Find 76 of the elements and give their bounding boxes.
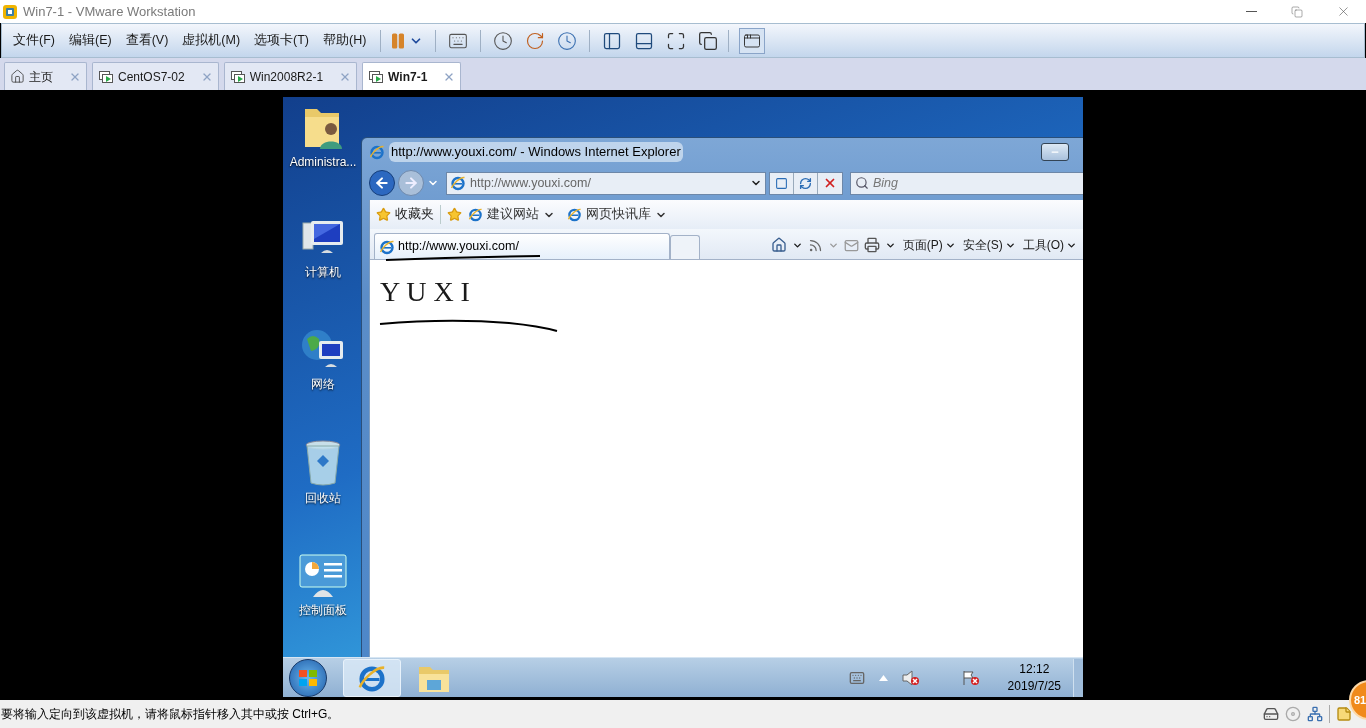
tab-title: http://www.youxi.com/ bbox=[398, 238, 519, 256]
favorite-link[interactable]: 网页快讯库 bbox=[567, 205, 667, 224]
browser-title: http://www.youxi.com/ - Windows Internet Explorer bbox=[389, 142, 683, 162]
snapshot-icon[interactable] bbox=[493, 30, 514, 51]
search-icon bbox=[855, 176, 869, 190]
command-menu[interactable]: 页面(P) bbox=[902, 236, 956, 254]
page-icon bbox=[379, 238, 395, 255]
restore-icon bbox=[1291, 5, 1303, 18]
console-view-button[interactable] bbox=[739, 27, 766, 54]
menu-item[interactable]: 虚拟机(M) bbox=[176, 28, 247, 53]
tab-label: 主页 bbox=[29, 68, 53, 86]
menu-item[interactable]: 选项卡(T) bbox=[248, 28, 316, 53]
print-icon[interactable] bbox=[863, 237, 880, 253]
address-field[interactable]: http://www.youxi.com/ bbox=[446, 171, 766, 195]
desktop-icon-label[interactable]: 回收站 bbox=[305, 489, 341, 507]
search-placeholder: Bing bbox=[873, 174, 899, 192]
keyboard-icon[interactable] bbox=[848, 669, 865, 686]
back-button[interactable] bbox=[369, 170, 395, 196]
page-icon bbox=[450, 175, 466, 191]
vm-icon bbox=[368, 68, 385, 85]
page-icon bbox=[468, 207, 483, 222]
action-center-icon[interactable] bbox=[961, 669, 980, 686]
menu-item[interactable]: 编辑(E) bbox=[62, 28, 118, 53]
tab-label: CentOS7-02 bbox=[118, 68, 185, 86]
menu-item[interactable]: 帮助(H) bbox=[317, 28, 373, 53]
thumbnail-bar-icon[interactable] bbox=[634, 30, 655, 51]
page-heading: Y U X I bbox=[380, 278, 470, 306]
tab-label: Win2008R2-1 bbox=[249, 68, 324, 86]
command-menu[interactable]: 安全(S) bbox=[962, 236, 1016, 254]
clock[interactable]: 12:12 2019/7/25 bbox=[1007, 660, 1061, 695]
tab[interactable]: 主页 bbox=[4, 62, 87, 90]
refresh-icon bbox=[799, 176, 812, 190]
vm-icon bbox=[98, 68, 114, 85]
ie-icon bbox=[369, 144, 385, 160]
sidebar-icon[interactable] bbox=[602, 30, 623, 51]
back-arrow-icon bbox=[374, 175, 390, 191]
tab[interactable]: CentOS7-02 bbox=[92, 62, 219, 90]
home-icon[interactable] bbox=[770, 237, 787, 253]
message-log-icon[interactable] bbox=[1336, 706, 1352, 722]
network-adapter-icon[interactable] bbox=[1307, 706, 1323, 722]
window-title: Win7-1 - VMware Workstation bbox=[23, 2, 196, 21]
minimize-icon bbox=[1245, 11, 1257, 12]
mail-icon[interactable] bbox=[843, 237, 859, 253]
address-text: http://www.youxi.com/ bbox=[470, 174, 591, 192]
minimize-button[interactable] bbox=[1041, 143, 1069, 161]
stop-icon bbox=[823, 176, 837, 190]
window-icon bbox=[743, 31, 762, 50]
menu-item[interactable]: 文件(F) bbox=[7, 28, 61, 53]
desktop-icon-label[interactable]: 控制面板 bbox=[299, 601, 347, 619]
page-icon bbox=[567, 207, 582, 222]
control-panel-icon bbox=[298, 553, 348, 599]
star-icon bbox=[376, 207, 391, 222]
home-icon bbox=[10, 69, 25, 84]
tab-label: Win7-1 bbox=[388, 68, 428, 86]
status-message: 要将输入定向到该虚拟机，请将鼠标指针移入其中或按 Ctrl+G。 bbox=[1, 706, 340, 723]
search-field[interactable]: Bing bbox=[850, 171, 1083, 195]
command-menu[interactable]: 工具(O) bbox=[1022, 236, 1077, 254]
forward-arrow-icon bbox=[403, 175, 419, 191]
desktop-icon-label[interactable]: 网络 bbox=[311, 375, 335, 393]
fullscreen-icon[interactable] bbox=[666, 30, 687, 51]
vm-icon bbox=[229, 68, 246, 85]
feeds-icon[interactable] bbox=[807, 237, 823, 253]
tab[interactable]: Win7-1 bbox=[362, 62, 462, 90]
desktop-icon-label[interactable]: 计算机 bbox=[305, 263, 341, 281]
taskbar-button[interactable] bbox=[343, 658, 401, 697]
start-button[interactable] bbox=[289, 658, 327, 697]
favorites-button[interactable]: 收藏夹 bbox=[376, 205, 441, 224]
recycle-bin-icon bbox=[304, 439, 342, 487]
revert-snapshot-icon[interactable] bbox=[525, 30, 546, 51]
windows-logo bbox=[298, 668, 318, 687]
desktop-icon-label[interactable]: Administra... bbox=[289, 153, 357, 171]
speaker-muted-icon[interactable] bbox=[901, 669, 920, 686]
tab[interactable]: Win2008R2-1 bbox=[223, 62, 358, 90]
menu-item[interactable]: 查看(V) bbox=[119, 28, 175, 53]
favorite-link[interactable]: 建议网站 bbox=[468, 205, 555, 224]
browser-tab[interactable]: http://www.youxi.com/ bbox=[374, 233, 670, 259]
